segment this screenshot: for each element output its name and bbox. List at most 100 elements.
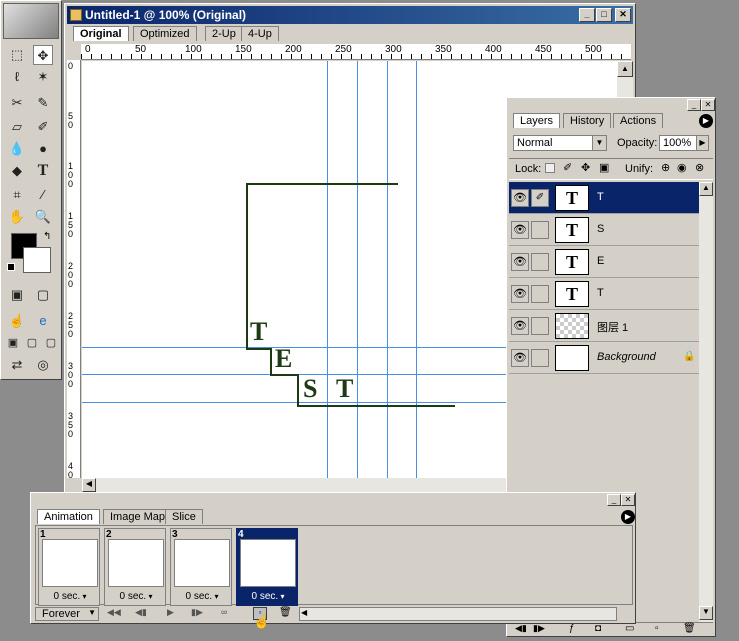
opacity-field[interactable]: 100% ▶ [659,135,709,151]
eye-icon[interactable]: 👁 [511,221,529,239]
delete-icon[interactable]: 🗑 [683,623,696,634]
scroll-up-icon[interactable]: ▲ [699,182,713,196]
default-colors-icon[interactable] [7,263,15,271]
brush-icon[interactable]: ✐ [531,189,549,207]
animation-frame[interactable]: 3 0 sec. ▾ [170,528,232,606]
fill-tool-icon[interactable]: ◆ [7,161,27,181]
new-layer-icon[interactable]: ▫ [655,623,659,634]
layer-row[interactable]: 👁 T S [509,214,699,246]
tab-history[interactable]: History [563,113,612,128]
scroll-left-icon[interactable]: ◀ [301,608,307,617]
window-max-icon[interactable]: □ [596,8,612,22]
play-icon[interactable]: ▶ [167,607,174,618]
lock-paint-icon[interactable]: ✐ [563,161,572,174]
next-frame-icon[interactable]: ▮▶ [191,607,203,618]
document-titlebar[interactable]: Untitled-1 @ 100% (Original) [67,6,633,24]
brush-tool-icon[interactable]: ✐ [33,117,53,137]
move-tool-icon[interactable]: ✥ [33,45,53,65]
close-icon[interactable]: ✕ [615,8,631,22]
swap-colors-icon[interactable]: ↰ [43,231,51,242]
delete-icon[interactable]: 🗑 [279,607,292,618]
blend-mode-select[interactable]: Normal ▼ [513,135,607,151]
lasso-tool-icon[interactable]: ℓ [7,67,27,87]
layer-row[interactable]: 👁 ✐ T T [509,182,699,214]
next-frame-icon[interactable]: ▮▶ [533,623,545,634]
add-style-icon[interactable]: ƒ [569,623,575,634]
animation-titlebar[interactable] [32,494,634,504]
close-icon[interactable]: ✕ [701,99,715,111]
brush-slot[interactable] [531,285,549,303]
brush-slot[interactable] [531,253,549,271]
jump-to-hand-icon[interactable]: ☝ [7,311,27,331]
slice-tool-icon[interactable]: ✂ [7,93,27,113]
tab-4up[interactable]: 4-Up [241,26,279,41]
layer-row[interactable]: 👁 Background 🔒 [509,342,699,374]
unify-visibility-icon[interactable]: ◉ [677,161,687,174]
chevron-down-icon[interactable]: ▼ [592,136,606,150]
hand-tool-icon[interactable]: ✋ [7,207,27,227]
eye-icon[interactable]: 👁 [511,285,529,303]
scroll-up-icon[interactable]: ▲ [617,61,633,77]
animation-frame[interactable]: 1 0 sec. ▾ [38,528,100,606]
dodge-tool-icon[interactable]: ● [33,139,53,159]
first-frame-icon[interactable]: ◀◀ [107,607,121,618]
chevron-right-icon[interactable]: ▶ [696,136,708,150]
layer-row[interactable]: 👁 图层 1 [509,310,699,342]
preview-browser-icon[interactable]: ◎ [33,355,53,375]
chevron-down-icon[interactable]: ▾ [278,592,284,601]
panel-menu-icon[interactable]: ▶ [621,510,635,524]
chevron-down-icon[interactable]: ▾ [80,592,86,601]
frame-delay[interactable]: 0 sec. ▾ [171,591,233,602]
tab-optimized[interactable]: Optimized [133,26,197,41]
window-min-icon[interactable]: _ [579,8,595,22]
marquee-tool-icon[interactable]: ⬚ [7,45,27,65]
chevron-down-icon[interactable]: ▾ [212,592,218,601]
eye-icon[interactable]: 👁 [511,349,529,367]
magic-wand-tool-icon[interactable]: ✶ [33,67,53,87]
layers-scrollbar[interactable]: ▲ ▼ [699,182,713,622]
animation-frame-selected[interactable]: 4 0 sec. ▾ [236,528,298,606]
frames-scrollbar[interactable]: ◀ [299,607,617,621]
layer-row[interactable]: 👁 T T [509,278,699,310]
jump-to-imageready-icon[interactable]: ⇄ [7,355,27,375]
loop-select[interactable]: Forever ▼ [35,607,99,621]
screen-mode-3-icon[interactable]: ▢ [41,333,61,353]
tab-image-map[interactable]: Image Map [103,509,173,524]
frame-delay[interactable]: 0 sec. ▾ [105,591,167,602]
scroll-down-icon[interactable]: ▼ [699,606,713,620]
unify-style-icon[interactable]: ⊗ [695,161,704,174]
zoom-tool-icon[interactable]: 🔍 [33,207,53,227]
quickmask-standard-icon[interactable]: ▣ [7,285,27,305]
screen-mode-1-icon[interactable]: ▣ [3,333,23,353]
crop-tool-icon[interactable]: ⌗ [7,185,27,205]
window-min-icon[interactable]: _ [687,99,701,111]
lock-transparency-icon[interactable] [545,163,555,173]
tab-layers[interactable]: Layers [513,113,561,128]
chevron-down-icon[interactable]: ▼ [88,608,96,617]
tween-icon[interactable]: ∞ [221,607,227,617]
eraser-tool-icon[interactable]: ▱ [7,117,27,137]
eyedropper-tool-icon[interactable]: ⁄ [33,185,53,205]
layers-titlebar[interactable] [508,99,714,109]
quickmask-icon[interactable]: ▢ [33,285,53,305]
tab-animation[interactable]: Animation [37,509,100,524]
type-tool-icon[interactable]: T [33,161,53,181]
chevron-down-icon[interactable]: ▾ [146,592,152,601]
unify-position-icon[interactable]: ⊕ [661,161,670,174]
pencil-tool-icon[interactable]: ✎ [33,93,53,113]
ie-preview-icon[interactable]: e [33,311,53,331]
background-color-swatch[interactable] [23,247,51,273]
brush-slot[interactable] [531,349,549,367]
frame-delay[interactable]: 0 sec. ▾ [39,591,101,602]
prev-frame-icon[interactable]: ◀▮ [135,607,147,618]
lock-icon[interactable]: ▣ [599,161,609,174]
tab-2up[interactable]: 2-Up [205,26,243,41]
blur-tool-icon[interactable]: 💧 [7,139,27,159]
eye-icon[interactable]: 👁 [511,317,529,335]
layer-row[interactable]: 👁 T E [509,246,699,278]
new-set-icon[interactable]: ▭ [625,623,634,634]
brush-slot[interactable] [531,221,549,239]
close-icon[interactable]: ✕ [621,494,635,506]
eye-icon[interactable]: 👁 [511,189,529,207]
scroll-left-icon[interactable]: ◀ [82,478,96,492]
